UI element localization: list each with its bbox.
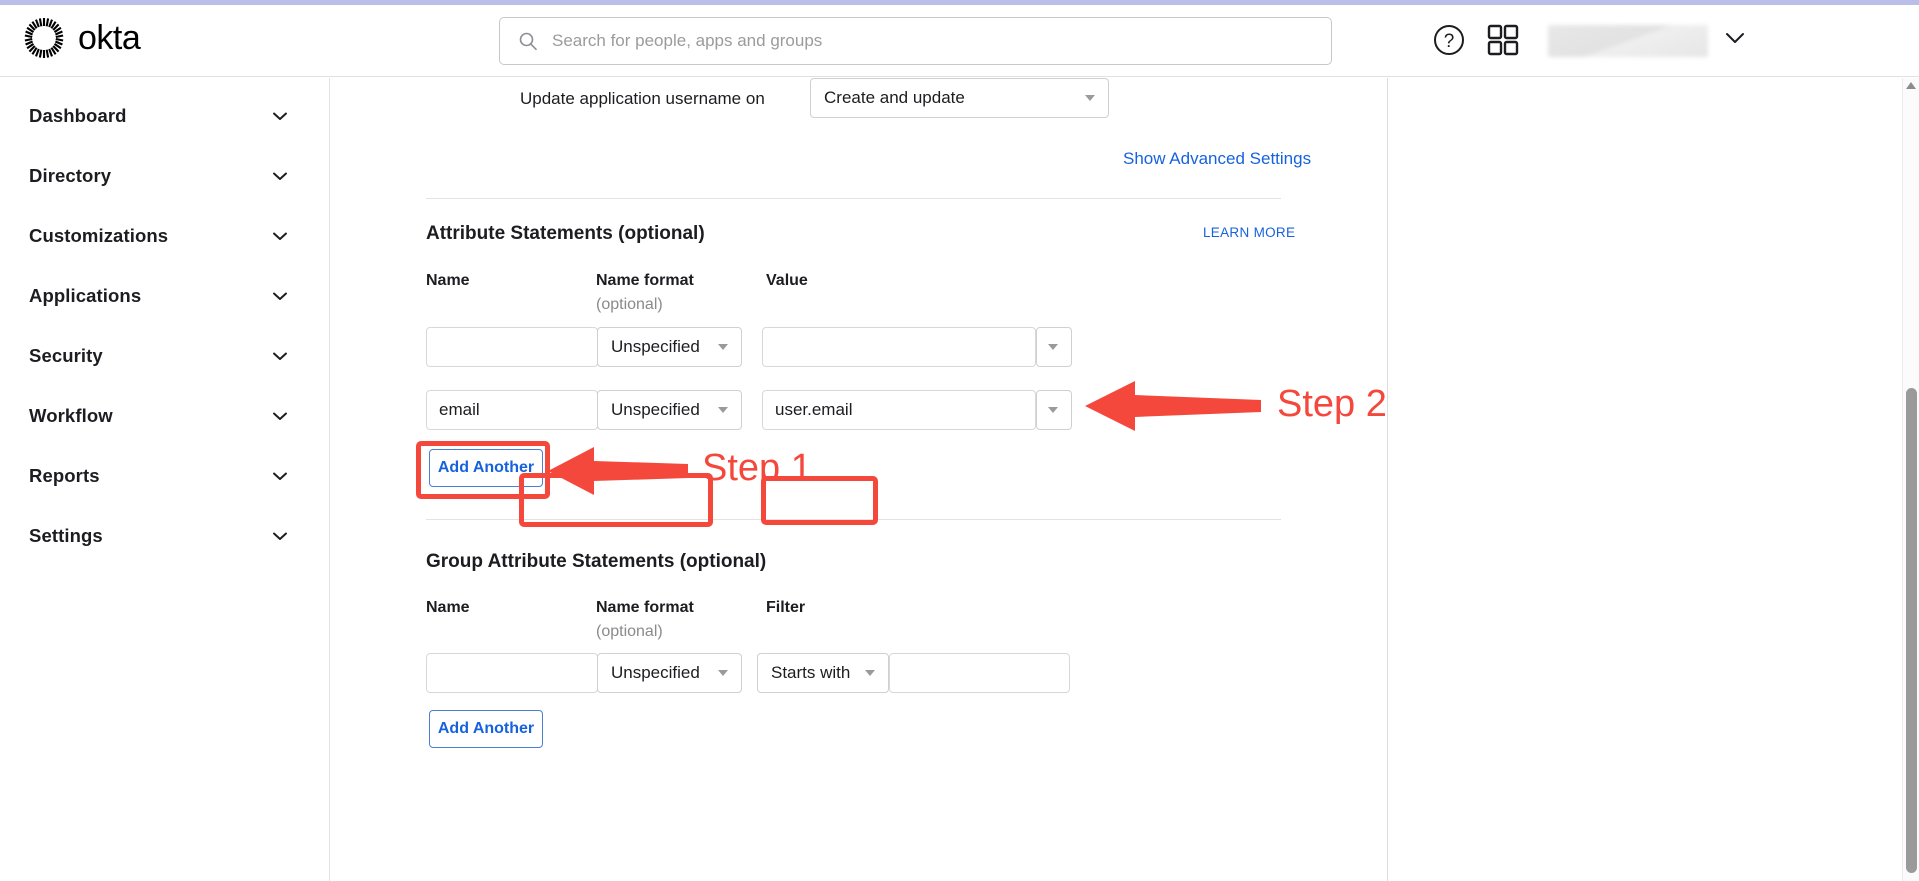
sidebar-item-label: Dashboard (29, 105, 127, 126)
update-username-select[interactable]: Create and update (810, 78, 1109, 118)
chevron-down-icon (273, 472, 287, 480)
search-icon (519, 32, 537, 51)
attr-row0-value-input[interactable] (762, 327, 1036, 367)
chevron-down-icon (273, 292, 287, 300)
chevron-down-icon (718, 344, 728, 350)
sidebar-item-label: Security (29, 345, 103, 366)
add-another-label: Add Another (437, 459, 535, 476)
main-sidebar: Dashboard Directory Customizations Appli… (0, 78, 330, 881)
triangle-up-icon[interactable] (1906, 82, 1916, 89)
chevron-down-icon (273, 172, 287, 180)
add-another-button[interactable]: Add Another (429, 449, 543, 487)
svg-text:?: ? (1444, 31, 1455, 52)
attr-col-header-value: Value (766, 272, 808, 289)
user-account-name[interactable] (1548, 25, 1708, 57)
attr-row1-value-picker-button[interactable] (1036, 390, 1072, 430)
sidebar-item-security[interactable]: Security (0, 326, 329, 386)
group-row0-filter-select[interactable]: Starts with (757, 653, 889, 693)
section-divider (426, 519, 1281, 520)
attr-row0-name-format-select[interactable]: Unspecified (597, 327, 742, 367)
attr-col-header-name-format-sub: (optional) (596, 296, 663, 313)
group-col-header-name-format-sub: (optional) (596, 623, 663, 640)
right-gutter (1389, 78, 1919, 881)
attr-row1-name-format-select[interactable]: Unspecified (597, 390, 742, 430)
attr-col-header-name-format: Name format (596, 272, 694, 289)
chevron-down-icon (273, 412, 287, 420)
sidebar-item-customizations[interactable]: Customizations (0, 206, 329, 266)
scroll-thumb[interactable] (1906, 388, 1917, 873)
sidebar-item-reports[interactable]: Reports (0, 446, 329, 506)
chevron-down-icon (273, 352, 287, 360)
sidebar-item-dashboard[interactable]: Dashboard (0, 86, 329, 146)
show-advanced-settings-link[interactable]: Show Advanced Settings (1123, 149, 1311, 169)
sidebar-item-label: Customizations (29, 225, 169, 246)
vertical-scrollbar[interactable] (1902, 78, 1919, 881)
sidebar-item-settings[interactable]: Settings (0, 506, 329, 566)
attr-col-header-name: Name (426, 272, 470, 289)
sidebar-item-workflow[interactable]: Workflow (0, 386, 329, 446)
attribute-statements-title: Attribute Statements (optional) (426, 223, 705, 244)
group-attribute-statements-title: Group Attribute Statements (optional) (426, 551, 767, 572)
chevron-down-icon (273, 112, 287, 120)
chevron-down-icon[interactable] (1725, 31, 1745, 45)
attr-row0-name-input[interactable] (426, 327, 598, 367)
group-col-header-filter: Filter (766, 599, 806, 616)
okta-admin-screen: okta ? Dashboard (0, 0, 1919, 881)
attr-row1-name-input[interactable] (426, 390, 598, 430)
apps-grid-icon[interactable] (1487, 24, 1519, 56)
top-header: okta ? (0, 5, 1919, 77)
group-row0-name-format-select[interactable]: Unspecified (597, 653, 742, 693)
annotation-arrow-step1 (548, 447, 688, 495)
chevron-down-icon (1085, 95, 1095, 101)
chevron-down-icon (1048, 344, 1058, 350)
sidebar-item-applications[interactable]: Applications (0, 266, 329, 326)
sidebar-item-label: Directory (29, 165, 112, 186)
update-username-label: Update application username on (520, 89, 765, 108)
group-col-header-name: Name (426, 599, 470, 616)
section-divider (426, 198, 1281, 199)
update-username-value: Create and update (824, 88, 965, 107)
chevron-down-icon (1048, 407, 1058, 413)
group-add-another-label: Add Another (437, 720, 535, 737)
chevron-down-icon (718, 670, 728, 676)
group-add-another-button[interactable]: Add Another (429, 710, 543, 748)
okta-logo[interactable]: okta (22, 16, 141, 60)
main-content-panel: Update application username on Create an… (330, 78, 1388, 881)
question-circle-icon[interactable]: ? (1432, 23, 1466, 57)
attr-row0-value-picker-button[interactable] (1036, 327, 1072, 367)
sidebar-item-label: Reports (29, 465, 100, 486)
group-row0-name-input[interactable] (426, 653, 598, 693)
sidebar-item-label: Settings (29, 525, 103, 546)
group-col-header-name-format: Name format (596, 599, 694, 616)
attribute-statements-learn-more-link[interactable]: LEARN MORE (1203, 224, 1295, 242)
chevron-down-icon (718, 407, 728, 413)
attr-row1-value-input[interactable] (762, 390, 1036, 430)
annotation-label-step1: Step 1 (702, 447, 812, 489)
sidebar-item-label: Applications (29, 285, 142, 306)
okta-sunburst-icon (24, 18, 64, 58)
brand-name: okta (78, 19, 141, 57)
sidebar-item-label: Workflow (29, 405, 113, 426)
global-search[interactable] (499, 17, 1332, 65)
search-input[interactable] (552, 19, 1252, 63)
chevron-down-icon (273, 232, 287, 240)
annotation-arrow-step2 (1085, 381, 1261, 431)
group-row0-filter-value-input[interactable] (889, 653, 1070, 693)
annotation-label-step2: Step 2 (1277, 383, 1387, 425)
chevron-down-icon (273, 532, 287, 540)
chevron-down-icon (865, 670, 875, 676)
sidebar-item-directory[interactable]: Directory (0, 146, 329, 206)
